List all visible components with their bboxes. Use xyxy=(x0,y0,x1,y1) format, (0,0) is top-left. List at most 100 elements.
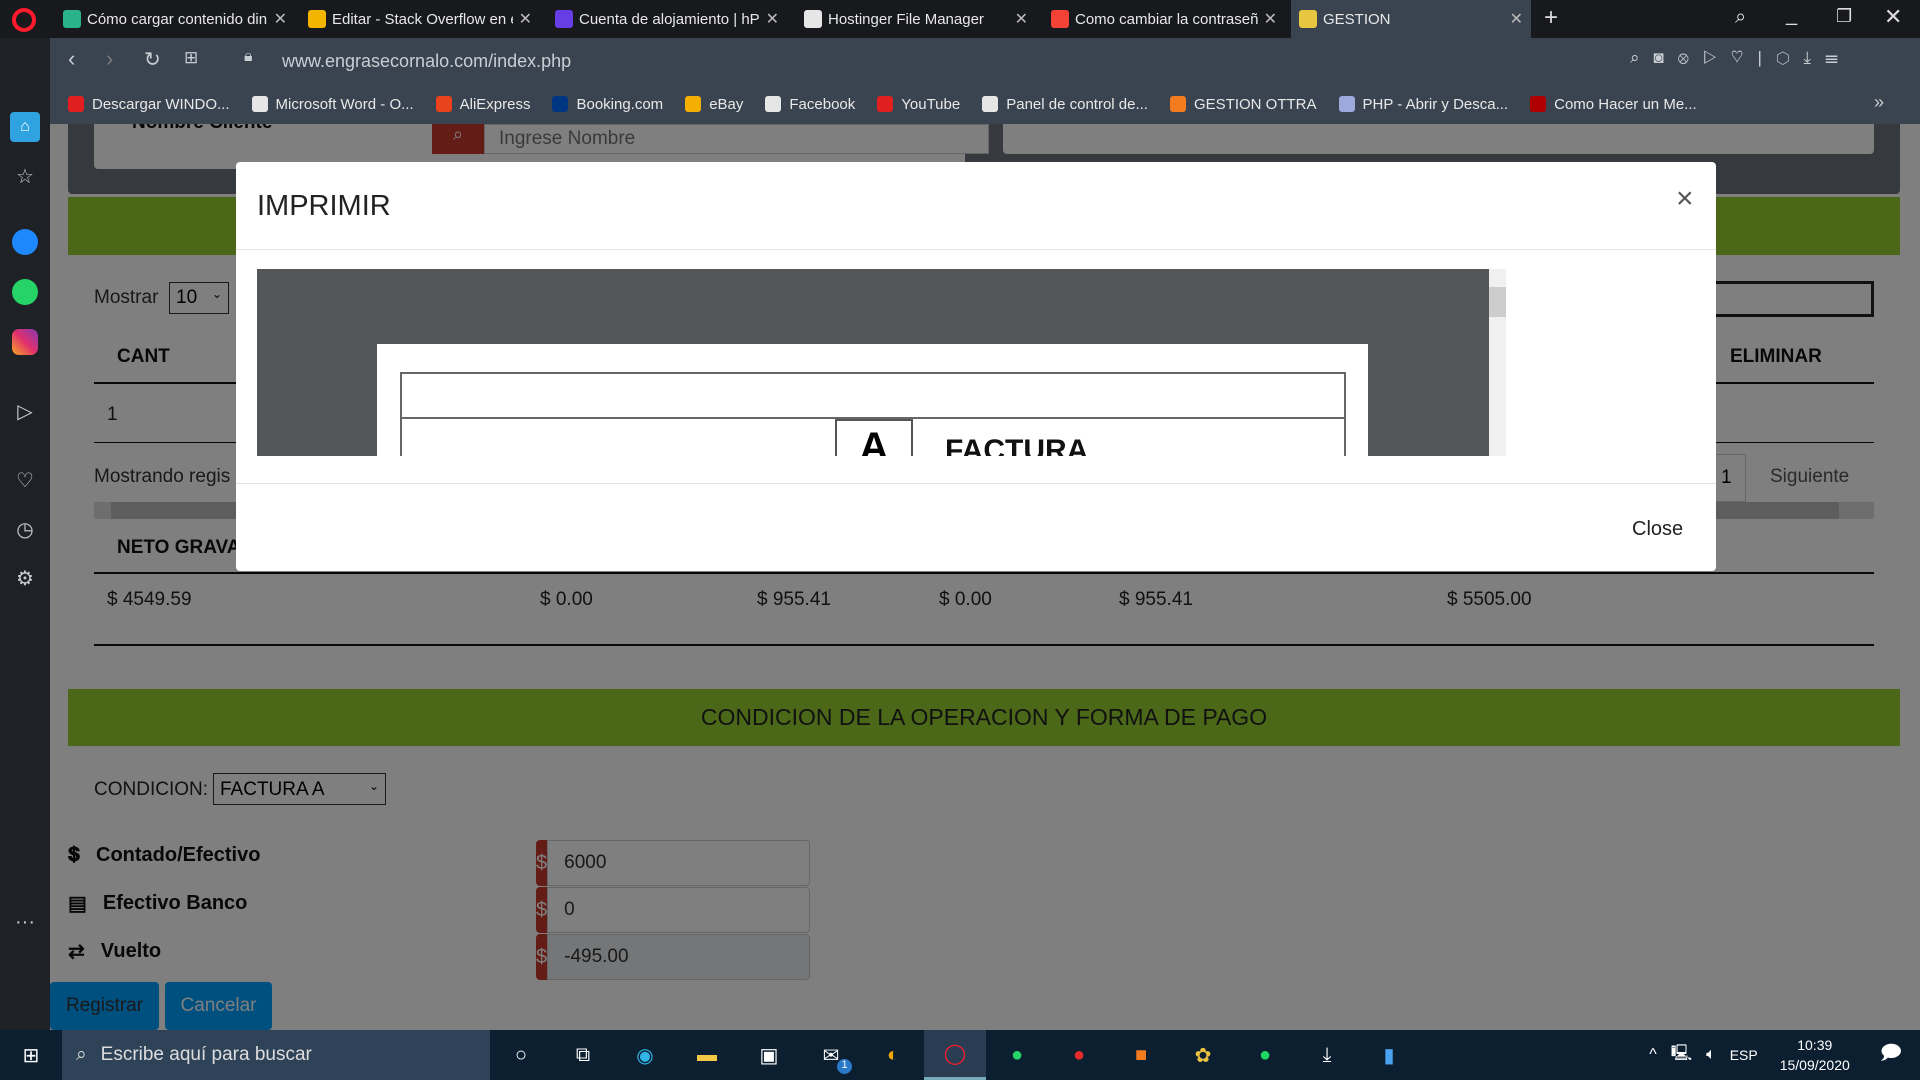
url-field[interactable]: www.engrasecornalo.com/index.php xyxy=(282,51,571,72)
messenger-icon[interactable] xyxy=(12,229,38,255)
back-icon[interactable]: ‹ xyxy=(68,46,75,72)
browser-tab[interactable]: Cuenta de alojamiento | hP ✕ xyxy=(547,0,787,38)
minimize-button[interactable]: _ xyxy=(1786,4,1797,27)
toolbar-icons[interactable]: ⌕◙⊗▷♡|⬡⤓☰ xyxy=(1630,48,1852,68)
opera-logo-icon[interactable] xyxy=(12,8,36,32)
bookmark-favicon-icon xyxy=(877,96,894,112)
more-icon[interactable]: ··· xyxy=(15,911,35,934)
xampp-icon[interactable]: ■ xyxy=(1110,1030,1172,1080)
bookmark-favicon-icon xyxy=(765,96,782,112)
tray-chevron-icon[interactable]: ^ xyxy=(1649,1046,1657,1064)
bookmark-item[interactable]: AliExpress xyxy=(435,95,531,113)
forward-icon[interactable]: › xyxy=(106,46,113,72)
download-app-icon[interactable]: ⤓ xyxy=(1296,1030,1358,1080)
divider xyxy=(236,483,1716,484)
history-icon[interactable]: ◷ xyxy=(16,517,33,542)
cortana-icon[interactable]: ○ xyxy=(490,1030,552,1080)
mail-icon[interactable]: ✉ 1 xyxy=(800,1030,862,1080)
language-indicator[interactable]: ESP xyxy=(1730,1047,1758,1063)
heart-icon[interactable]: ♡ xyxy=(16,468,34,493)
lock-icon: 🔒︎ xyxy=(244,48,253,65)
spotify-icon[interactable]: ● xyxy=(1234,1030,1296,1080)
bookmark-label: Como Hacer un Me... xyxy=(1554,95,1697,113)
bookmark-item[interactable]: Panel de control de... xyxy=(982,96,1148,113)
notifications-icon[interactable]: 🗩︎ xyxy=(1880,1038,1902,1072)
task-view-icon[interactable]: ⧉ xyxy=(552,1030,614,1080)
bookmark-item[interactable]: eBay xyxy=(685,96,743,113)
modal-close-button[interactable]: Close xyxy=(1632,518,1683,541)
bookmark-item[interactable]: Facebook xyxy=(765,96,855,113)
bookmark-item[interactable]: Booking.com xyxy=(552,96,663,113)
file-explorer-icon[interactable]: ▬ xyxy=(676,1030,738,1080)
opera-taskbar-icon[interactable]: ◯ xyxy=(924,1030,986,1080)
bookmark-favicon-icon xyxy=(982,96,999,112)
windows-taskbar: ⊞ ⌕ Escribe aquí para buscar ○ ⧉ ◉ ▬ ▣ ✉ 1… xyxy=(0,1030,1920,1080)
edge-icon[interactable]: ◉ xyxy=(614,1030,676,1080)
close-tab-icon[interactable]: ✕ xyxy=(766,9,779,29)
bookmark-favicon-icon xyxy=(68,96,84,112)
bookmark-item[interactable]: Microsoft Word - O... xyxy=(251,95,414,113)
invoice-letter-box: A xyxy=(835,419,913,456)
bookmark-item[interactable]: GESTION OTTRA xyxy=(1169,95,1317,113)
browser-tab[interactable]: Editar - Stack Overflow en e ✕ xyxy=(300,0,540,38)
headphones-app-icon[interactable]: ◐ xyxy=(862,1030,924,1080)
speed-dial-icon[interactable]: ⊞ xyxy=(184,48,198,68)
bookmark-label: PHP - Abrir y Desca... xyxy=(1362,95,1509,113)
search-tabs-icon[interactable]: ⌕ xyxy=(1735,6,1746,29)
invoice-title: FACTURA xyxy=(945,434,1089,456)
tab-bar: Cómo cargar contenido din ✕ Editar - Stack… xyxy=(0,0,1920,38)
bookmark-item[interactable]: YouTube xyxy=(877,96,960,113)
store-icon[interactable]: ▣ xyxy=(738,1030,800,1080)
instagram-icon[interactable] xyxy=(12,329,38,355)
bookmark-label: AliExpress xyxy=(459,95,531,113)
bookmark-favicon-icon xyxy=(251,96,268,112)
tab-favicon-icon xyxy=(555,10,573,28)
close-tab-icon[interactable]: ✕ xyxy=(519,9,532,29)
browser-tab[interactable]: Hostinger File Manager ✕ xyxy=(796,0,1036,38)
tab-title: GESTION xyxy=(1323,10,1391,28)
close-window-button[interactable]: ✕ xyxy=(1884,4,1902,30)
close-tab-icon[interactable]: ✕ xyxy=(274,9,287,29)
bookmark-item[interactable]: Como Hacer un Me... xyxy=(1530,96,1697,113)
volume-icon[interactable]: 🔈︎ xyxy=(1706,1046,1716,1064)
settings-icon[interactable]: ⚙ xyxy=(16,566,34,591)
whatsapp-icon[interactable] xyxy=(12,279,38,305)
taskbar-search[interactable]: ⌕ Escribe aquí para buscar xyxy=(62,1030,490,1080)
tab-favicon-icon xyxy=(308,10,326,28)
browser-tab[interactable]: Como cambiar la contraseñ ✕ xyxy=(1043,0,1285,38)
tab-favicon-icon xyxy=(1051,10,1069,28)
more-bookmarks-icon[interactable]: » xyxy=(1874,92,1884,113)
bookmark-item[interactable]: PHP - Abrir y Desca... xyxy=(1338,95,1509,113)
new-tab-button[interactable]: + xyxy=(1544,4,1558,32)
tab-title: Cuenta de alojamiento | hP xyxy=(579,10,760,28)
pear-app-icon[interactable]: ✿ xyxy=(1172,1030,1234,1080)
maximize-button[interactable]: ❐ xyxy=(1836,6,1852,27)
browser-tab[interactable]: Cómo cargar contenido din ✕ xyxy=(55,0,295,38)
dx-app-icon[interactable]: ● xyxy=(1048,1030,1110,1080)
divider xyxy=(236,249,1716,250)
modal-close-x-button[interactable]: × xyxy=(1676,182,1694,216)
tab-favicon-icon xyxy=(1299,10,1317,28)
home-icon[interactable]: ⌂ xyxy=(10,112,40,142)
close-tab-icon[interactable]: ✕ xyxy=(1015,9,1028,29)
modal-title: IMPRIMIR xyxy=(257,190,391,222)
bookmark-label: YouTube xyxy=(901,95,961,113)
bookmark-label: Microsoft Word - O... xyxy=(275,95,414,113)
windows-start-icon[interactable]: ⊞ xyxy=(0,1030,62,1080)
close-tab-icon[interactable]: ✕ xyxy=(1264,9,1277,29)
tab-title: Cómo cargar contenido din xyxy=(87,10,268,28)
close-tab-icon[interactable]: ✕ xyxy=(1510,9,1523,29)
preview-scrollbar[interactable] xyxy=(1489,269,1506,456)
pdf-preview-frame[interactable]: A FACTURA xyxy=(257,269,1506,456)
browser-tab[interactable]: GESTION ✕ xyxy=(1291,0,1531,38)
tab-title: Hostinger File Manager xyxy=(828,10,984,28)
clock[interactable]: 10:39 15/09/2020 xyxy=(1780,1035,1850,1075)
reload-icon[interactable]: ↻ xyxy=(144,47,161,72)
bookmark-item[interactable]: Descargar WINDO... xyxy=(68,96,230,113)
network-icon[interactable]: 🖳︎ xyxy=(1671,1042,1692,1069)
folder-app-icon[interactable]: ▮ xyxy=(1358,1030,1420,1080)
bookmark-label: GESTION OTTRA xyxy=(1193,95,1317,113)
bookmarks-star-icon[interactable]: ☆ xyxy=(16,164,34,189)
whatsapp-taskbar-icon[interactable]: ● xyxy=(986,1030,1048,1080)
send-icon[interactable]: ▷ xyxy=(17,399,32,424)
